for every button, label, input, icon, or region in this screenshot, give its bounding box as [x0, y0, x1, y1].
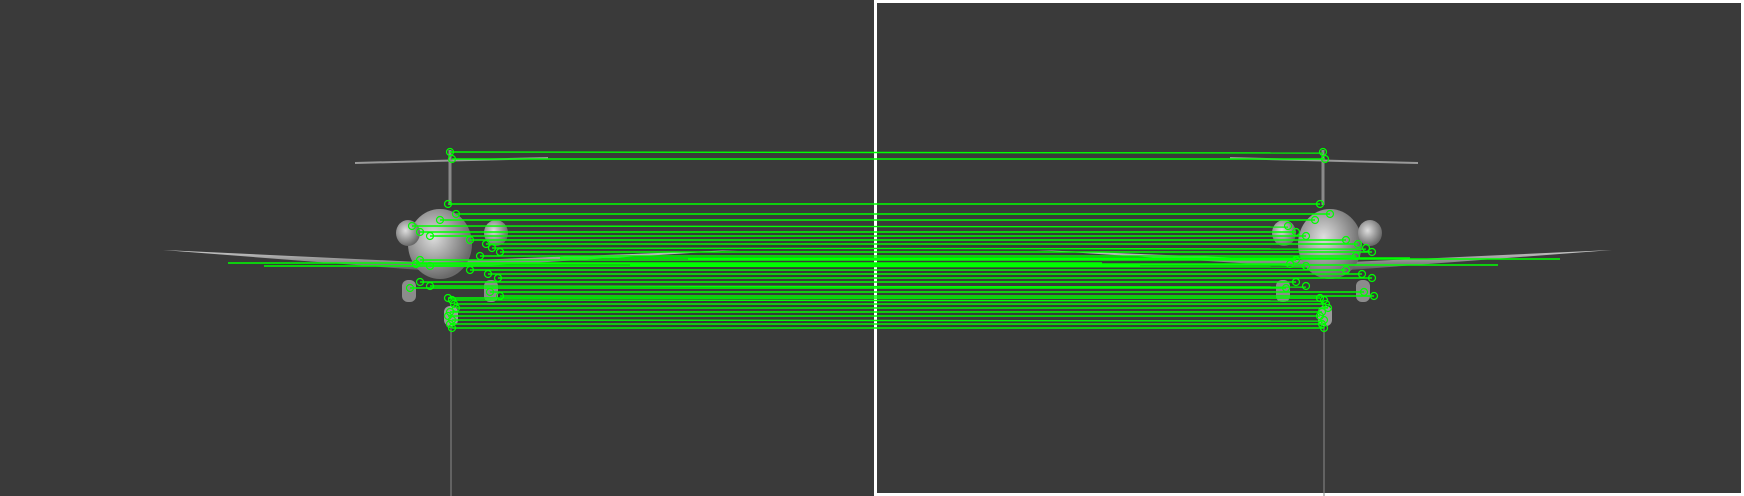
engine-left-2: [484, 220, 508, 246]
keypoint-marker: [1301, 281, 1311, 291]
scene-canvas: [163, 147, 1612, 496]
match-line: [411, 225, 1289, 228]
match-line: [429, 285, 1307, 288]
match-line: [449, 151, 1324, 154]
match-line: [451, 319, 1325, 322]
match-line: [451, 299, 1325, 302]
match-line: [491, 247, 1367, 250]
